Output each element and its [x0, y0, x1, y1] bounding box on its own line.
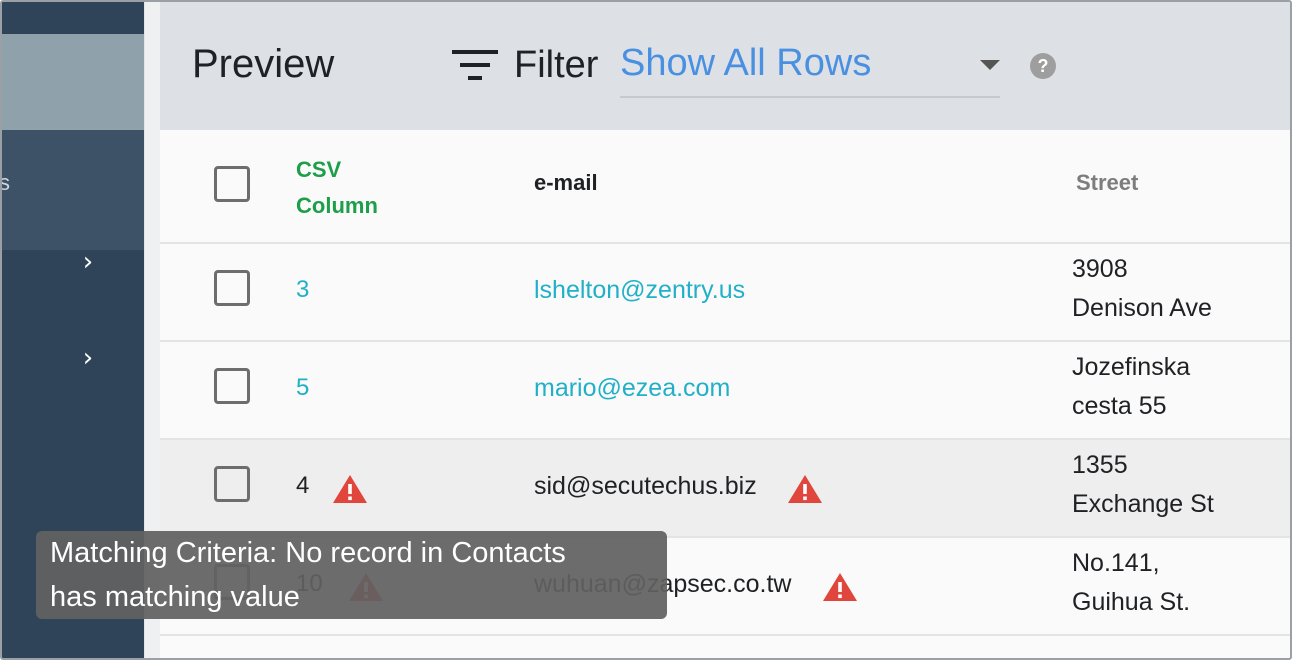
- street-line2: Guihua St.: [1072, 588, 1191, 616]
- filter-icon: [452, 50, 498, 80]
- email-text: sid@secutechus.biz: [534, 472, 757, 500]
- street-line2: Exchange St: [1072, 490, 1214, 518]
- street-line2: Denison Ave: [1072, 294, 1212, 322]
- street-cell: 3908 Denison Ave: [1072, 250, 1212, 328]
- email-link[interactable]: lshelton@zentry.us: [534, 276, 745, 305]
- sidebar-clipped-glyph: s: [0, 170, 10, 195]
- csv-row-number-link[interactable]: 5: [296, 374, 309, 402]
- row-checkbox[interactable]: [214, 368, 250, 404]
- tooltip-line1: Matching Criteria: No record in Contacts: [50, 537, 566, 569]
- column-header-email[interactable]: e-mail: [534, 170, 598, 196]
- table-row: 5 mario@ezea.com Jozefinska cesta 55: [160, 342, 1290, 440]
- tooltip-line2: has matching value: [50, 581, 300, 613]
- table-row: 3 lshelton@zentry.us 3908 Denison Ave: [160, 244, 1290, 342]
- preview-header: Preview Filter Show All Rows ?: [160, 2, 1290, 130]
- filter-selected-value: Show All Rows: [620, 42, 872, 84]
- table-header-row: CSV Column e-mail Street: [160, 130, 1290, 244]
- table-row: 4 sid@secutechus.biz 1355 Exchange St: [160, 440, 1290, 538]
- column-header-street[interactable]: Street: [1076, 170, 1138, 196]
- column-header-csv-line2: Column: [296, 193, 378, 218]
- street-line1: No.141,: [1072, 549, 1160, 577]
- row-checkbox[interactable]: [214, 466, 250, 502]
- sidebar-top: [2, 2, 144, 34]
- street-cell: Jozefinska cesta 55: [1072, 348, 1190, 426]
- street-cell: No.141, Guihua St.: [1072, 544, 1190, 622]
- warning-icon[interactable]: [787, 474, 823, 504]
- warning-icon[interactable]: [332, 474, 368, 504]
- csv-row-number: 4: [296, 472, 310, 499]
- email-link[interactable]: mario@ezea.com: [534, 374, 730, 403]
- street-line1: Jozefinska: [1072, 353, 1191, 381]
- street-cell: 1355 Exchange St: [1072, 446, 1214, 524]
- street-line2: cesta 55: [1072, 392, 1167, 420]
- street-line1: 3908: [1072, 255, 1128, 283]
- app-frame: s › › Preview Filter Show All Rows ? CSV…: [0, 0, 1292, 660]
- warning-icon[interactable]: [822, 572, 858, 602]
- column-header-csv-line1: CSV: [296, 157, 342, 182]
- filter-dropdown[interactable]: Show All Rows: [620, 40, 1000, 98]
- help-icon[interactable]: ?: [1030, 53, 1056, 79]
- sidebar-item-highlighted[interactable]: [2, 34, 144, 130]
- street-line1: 1355: [1072, 451, 1128, 479]
- column-header-csv[interactable]: CSV Column: [296, 152, 436, 224]
- row-checkbox[interactable]: [214, 270, 250, 306]
- filter-label: Filter: [514, 44, 599, 86]
- chevron-down-icon: [980, 60, 1000, 70]
- page-title: Preview: [192, 42, 335, 86]
- sidebar-item-active[interactable]: [2, 130, 144, 250]
- select-all-checkbox[interactable]: [214, 166, 250, 202]
- chevron-right-icon[interactable]: ›: [76, 345, 100, 371]
- csv-row-number-link[interactable]: 3: [296, 276, 309, 304]
- chevron-right-icon[interactable]: ›: [76, 249, 100, 275]
- warning-tooltip: Matching Criteria: No record in Contacts…: [36, 531, 667, 619]
